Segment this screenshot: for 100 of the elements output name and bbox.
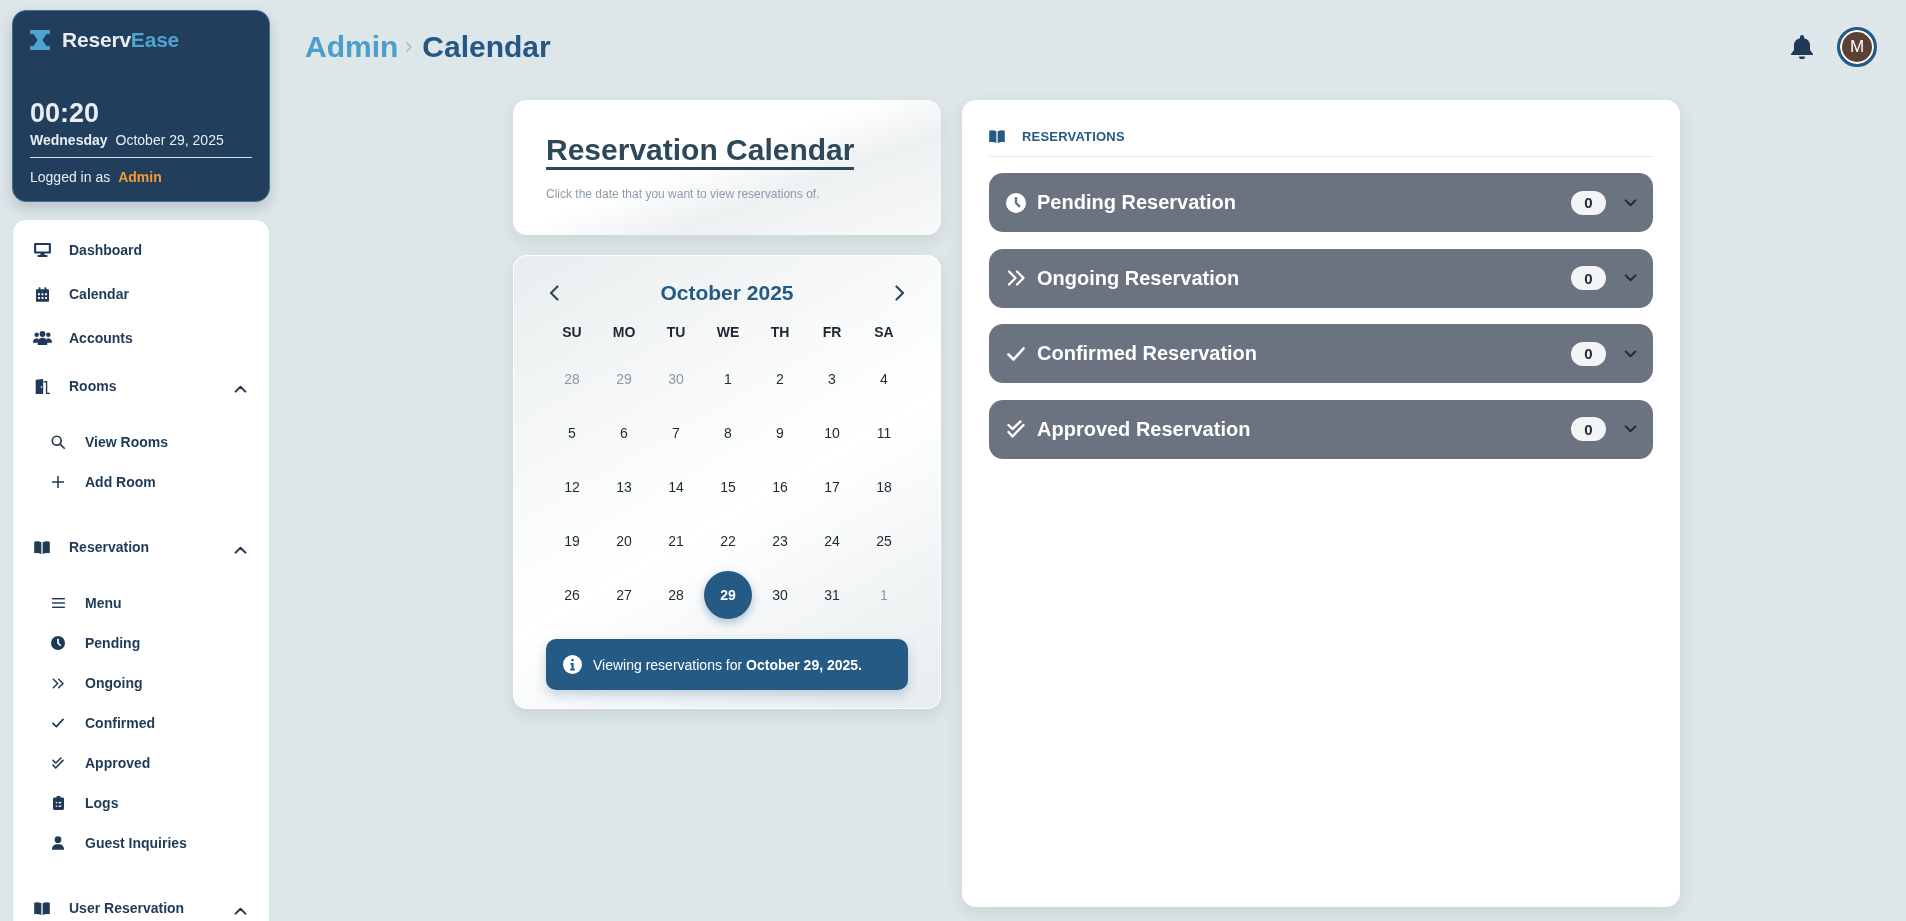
accordion-header[interactable]: Pending Reservation 0 (989, 173, 1653, 232)
count-badge: 0 (1571, 417, 1606, 441)
sidebar-item[interactable]: Calendar (13, 272, 269, 316)
count-badge: 0 (1571, 190, 1606, 215)
month-title: October 2025 (660, 281, 794, 305)
calendar-day[interactable]: 25 (860, 517, 908, 565)
double-chevron-icon (1007, 270, 1025, 286)
sidebar-subitem[interactable]: Logs (13, 783, 269, 823)
double-chevron-icon (52, 677, 64, 689)
card-title: Reservation Calendar (546, 133, 855, 170)
calendar-day[interactable]: 12 (548, 463, 596, 511)
card-subtitle: Click the date that you want to view reservations of. (546, 186, 821, 202)
section-title: RESERVATIONS (1022, 128, 1125, 144)
monitor-icon (33, 243, 51, 257)
sidebar-group-toggle[interactable]: Reservation (13, 525, 269, 569)
bell-icon[interactable] (1791, 35, 1813, 59)
sidebar-subitem[interactable]: Add Room (13, 462, 269, 502)
user-icon (52, 836, 64, 850)
calendar-day[interactable]: 23 (756, 517, 804, 565)
clock-time: 00:20 (30, 98, 101, 128)
weekday-header: FR (822, 324, 842, 340)
calendar-day[interactable]: 16 (756, 463, 804, 511)
sidebar-subitem[interactable]: Confirmed (13, 703, 269, 743)
calendar-day[interactable]: 11 (860, 409, 908, 457)
weekday-label: Wednesday (30, 131, 108, 149)
accordion-header[interactable]: Confirmed Reservation 0 (989, 324, 1653, 383)
open-book-icon (34, 540, 50, 554)
weekday-header: TU (666, 324, 686, 340)
weekday-header: SU (562, 324, 582, 340)
check-icon (52, 718, 64, 728)
calendar-day[interactable]: 9 (756, 409, 804, 457)
sidebar-subitem[interactable]: Approved (13, 743, 269, 783)
calendar-day[interactable]: 31 (808, 571, 856, 619)
check-icon (1007, 346, 1025, 361)
chevron-left-icon (549, 285, 559, 301)
calendar-day[interactable]: 18 (860, 463, 908, 511)
double-check-icon (1007, 420, 1025, 438)
date-label: October 29, 2025 (115, 131, 224, 149)
weekday-header: WE (716, 324, 740, 340)
count-badge: 0 (1571, 266, 1606, 290)
weekday-header: TH (770, 324, 790, 340)
sidebar-group-toggle[interactable]: Rooms (13, 364, 269, 408)
chevron-right-icon (895, 285, 905, 301)
calendar-day[interactable]: 4 (860, 355, 908, 403)
user-name: Admin (118, 168, 162, 186)
calendar-day[interactable]: 15 (704, 463, 752, 511)
calendar-day[interactable]: 22 (704, 517, 752, 565)
double-check-icon (52, 757, 64, 769)
calendar-day[interactable]: 30 (756, 571, 804, 619)
weekday-header: SA (874, 324, 894, 340)
door-icon (34, 378, 50, 394)
clipboard-icon (52, 796, 64, 810)
sidebar-subitem[interactable]: Guest Inquiries (13, 823, 269, 863)
sidebar-item[interactable]: Accounts (13, 316, 269, 360)
calendar-day[interactable]: 8 (704, 409, 752, 457)
calendar-day[interactable]: 5 (548, 409, 596, 457)
chevron-right-icon (406, 42, 413, 52)
plus-icon (52, 476, 64, 488)
calendar-day[interactable]: 10 (808, 409, 856, 457)
sidebar-group-toggle[interactable]: User Reservation (13, 886, 269, 921)
user-avatar[interactable]: M (1837, 27, 1877, 67)
open-book-icon (34, 901, 50, 915)
menu-icon (51, 598, 65, 608)
calendar-day[interactable]: 27 (600, 571, 648, 619)
sidebar-subitem[interactable]: Menu (13, 583, 269, 623)
sidebar-item[interactable]: Dashboard (13, 228, 269, 272)
calendar-icon (35, 286, 49, 302)
calendar-day[interactable]: 21 (652, 517, 700, 565)
calendar-day[interactable]: 3 (808, 355, 856, 403)
calendar-day[interactable]: 14 (652, 463, 700, 511)
logged-in-label: Logged in as (30, 168, 111, 186)
users-icon (32, 331, 52, 345)
info-message: Viewing reservations for October 29, 2025. (593, 656, 862, 673)
spool-logo-icon (30, 30, 50, 50)
page-title: Calendar (422, 29, 551, 65)
accordion-header[interactable]: Ongoing Reservation 0 (989, 248, 1653, 308)
accordion-header[interactable]: Approved Reservation 0 (989, 399, 1653, 459)
calendar-day[interactable]: 19 (548, 517, 596, 565)
calendar-day[interactable]: 26 (548, 571, 596, 619)
weekday-header: MO (612, 324, 636, 340)
open-book-icon (989, 129, 1005, 143)
calendar-day[interactable]: 17 (808, 463, 856, 511)
calendar-day[interactable]: 24 (808, 517, 856, 565)
calendar-day[interactable]: 7 (652, 409, 700, 457)
calendar-day[interactable]: 13 (600, 463, 648, 511)
brand-name: ReservEase (62, 28, 180, 52)
sidebar-subitem[interactable]: Ongoing (13, 663, 269, 703)
count-badge: 0 (1571, 341, 1606, 366)
calendar-day[interactable]: 1 (704, 355, 752, 403)
calendar-day[interactable]: 29 (704, 571, 752, 619)
sidebar-subitem[interactable]: View Rooms (13, 422, 269, 462)
sidebar-subitem[interactable]: Pending (13, 623, 269, 663)
info-icon (563, 655, 582, 674)
search-icon (51, 435, 65, 449)
clock-icon (1006, 192, 1026, 213)
clock-icon (51, 636, 65, 650)
calendar-day[interactable]: 2 (756, 355, 804, 403)
calendar-day[interactable]: 28 (652, 571, 700, 619)
calendar-day[interactable]: 6 (600, 409, 648, 457)
calendar-day[interactable]: 20 (600, 517, 648, 565)
